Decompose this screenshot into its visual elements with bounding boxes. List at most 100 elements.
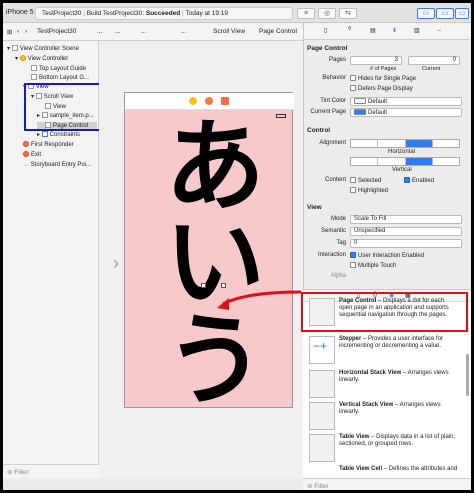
- library-item-table-view[interactable]: Table View – Displays data in a list of …: [307, 432, 459, 464]
- jump-item[interactable]: ...: [141, 28, 146, 35]
- outline-row[interactable]: ▾ View Controller Scene: [7, 45, 79, 54]
- outline-row[interactable]: First Responder: [23, 141, 74, 150]
- library-item-horizontal-stack[interactable]: Horizontal Stack View – Arranges views l…: [307, 368, 459, 400]
- xcode-window: iPhone 5 TestProject30 | Build TestProje…: [3, 3, 471, 490]
- library-item-table-view-cell[interactable]: Table View Cell – Defines the attributes…: [307, 464, 459, 478]
- section-title: Page Control: [307, 45, 348, 52]
- tag-field[interactable]: 0: [350, 239, 462, 248]
- mode-label: Mode: [330, 216, 346, 222]
- first-responder-icon: [23, 141, 29, 147]
- vertical-stack-thumb-icon: [309, 402, 335, 430]
- hides-single-page-checkbox[interactable]: Hides for Single Page: [350, 75, 416, 82]
- size-icon[interactable]: ▥: [414, 27, 420, 34]
- semantic-label: Semantic: [320, 228, 346, 234]
- outline-filter[interactable]: ⊜ Filter: [3, 464, 99, 478]
- status-result: Succeeded: [145, 10, 181, 17]
- library-scrollbar[interactable]: [466, 354, 469, 396]
- assistant-icon[interactable]: ◎: [318, 8, 336, 19]
- alpha-label: Alpha: [330, 273, 346, 279]
- activity-status: TestProject30 | Build TestProject30: Suc…: [35, 7, 293, 20]
- pages-sublabel: # of Pages: [370, 66, 397, 72]
- utilities-toggle-icon[interactable]: ▭: [455, 8, 469, 19]
- outline-row[interactable]: Exit: [23, 151, 41, 160]
- align-left-icon[interactable]: ≡: [297, 8, 315, 19]
- back-icon[interactable]: ‹: [17, 28, 19, 35]
- tint-color-label: Tint Color: [320, 98, 346, 104]
- horizontal-stack-thumb-icon: [309, 370, 335, 398]
- section-title: View: [307, 204, 322, 211]
- jump-item[interactable]: ...: [115, 28, 120, 35]
- content-mode-popup[interactable]: Scale To Fill: [350, 215, 462, 224]
- library-filter[interactable]: ⊜ Filter: [303, 478, 471, 490]
- jump-item-page-control[interactable]: Page Control: [259, 28, 297, 35]
- library-item-vertical-stack[interactable]: Vertical Stack View – Arranges views lin…: [307, 400, 459, 432]
- outline-row[interactable]: → Storyboard Entry Poi...: [23, 161, 91, 170]
- table-view-thumb-icon: [309, 434, 335, 462]
- view-controller-frame[interactable]: あ い う: [124, 92, 294, 419]
- entry-arrow-icon: ›: [113, 253, 119, 273]
- outline-row[interactable]: Bottom Layout G...: [31, 74, 89, 83]
- layout-guide-icon: [31, 74, 37, 80]
- forward-icon[interactable]: ›: [25, 28, 27, 35]
- jump-item-project[interactable]: TestProject30: [37, 28, 76, 35]
- content-label: Content: [324, 177, 346, 183]
- constraints-icon: [41, 131, 48, 137]
- annotation-arrow: [217, 290, 302, 310]
- selected-checkbox[interactable]: Selected: [350, 177, 381, 184]
- version-icon[interactable]: ⇆: [339, 8, 357, 19]
- status-time: Today at 19:19: [185, 10, 229, 17]
- multiple-touch-checkbox[interactable]: Multiple Touch: [350, 262, 396, 269]
- outline-row[interactable]: Top Layout Guide: [31, 65, 86, 74]
- layout-guide-icon: [31, 65, 37, 71]
- defers-page-display-checkbox[interactable]: Defers Page Display: [350, 85, 413, 92]
- section-title: Control: [307, 127, 331, 134]
- current-page-field[interactable]: 0: [408, 56, 460, 65]
- arrow-icon: →: [23, 162, 31, 168]
- toolbar: iPhone 5 TestProject30 | Build TestProje…: [3, 3, 471, 23]
- alignment-label: Alignment: [319, 140, 346, 146]
- jump-item-scroll-view[interactable]: Scroll View: [213, 28, 245, 35]
- vertical-label: Vertical: [392, 167, 412, 173]
- exit-icon: [23, 151, 29, 157]
- status-project: TestProject30: [42, 10, 82, 17]
- tag-label: Tag: [336, 240, 346, 246]
- debug-toggle-icon[interactable]: ▭: [436, 8, 454, 19]
- attributes-icon[interactable]: ⬇: [392, 27, 397, 34]
- scene-icon: [11, 45, 18, 51]
- tint-color-popup[interactable]: Default: [350, 97, 462, 106]
- library-item-stepper[interactable]: −+ Stepper – Provides a user interface fo…: [307, 334, 459, 366]
- behavior-label: Behavior: [322, 75, 346, 81]
- outline-row[interactable]: ▾ View Controller: [15, 55, 68, 64]
- page-control-handle[interactable]: [201, 283, 206, 288]
- current-page-color-label: Current Page: [310, 109, 346, 115]
- view-controller-icon: [19, 55, 26, 61]
- pages-field[interactable]: 3: [350, 56, 402, 65]
- view-controller-icon[interactable]: [189, 97, 197, 105]
- inspector-tabs: ▯ ? ▤ ⬇ ▥ →: [304, 23, 471, 40]
- battery-icon: [276, 114, 286, 118]
- vertical-alignment-control[interactable]: [350, 157, 460, 166]
- exit-icon[interactable]: [221, 97, 229, 105]
- annotation-red-box: [301, 292, 468, 332]
- jump-item[interactable]: ...: [97, 28, 102, 35]
- connections-icon[interactable]: →: [436, 27, 442, 33]
- semantic-popup[interactable]: Unspecified: [350, 227, 462, 236]
- first-responder-icon[interactable]: [205, 97, 213, 105]
- horizontal-alignment-control[interactable]: [350, 139, 460, 148]
- file-icon[interactable]: ▯: [324, 27, 327, 34]
- jump-item[interactable]: ...: [181, 28, 186, 35]
- stepper-thumb-icon: −+: [309, 336, 335, 364]
- current-page-color-popup[interactable]: Default: [350, 108, 462, 117]
- user-interaction-checkbox[interactable]: User Interaction Enabled: [350, 252, 424, 259]
- navigator-toggle-icon[interactable]: ▭: [417, 8, 435, 19]
- hiragana-u: う: [165, 302, 265, 419]
- help-icon[interactable]: ?: [348, 27, 351, 33]
- scheme-selector[interactable]: iPhone 5: [6, 9, 34, 16]
- annotation-blue-box: [24, 83, 105, 131]
- identity-icon[interactable]: ▤: [370, 27, 376, 34]
- outline-row[interactable]: ▸ Constraints: [37, 131, 80, 140]
- enabled-checkbox[interactable]: Enabled: [404, 177, 434, 184]
- interaction-label: Interaction: [317, 252, 346, 258]
- highlighted-checkbox[interactable]: Highlighted: [350, 187, 388, 194]
- related-items-icon[interactable]: ⊞: [7, 28, 12, 36]
